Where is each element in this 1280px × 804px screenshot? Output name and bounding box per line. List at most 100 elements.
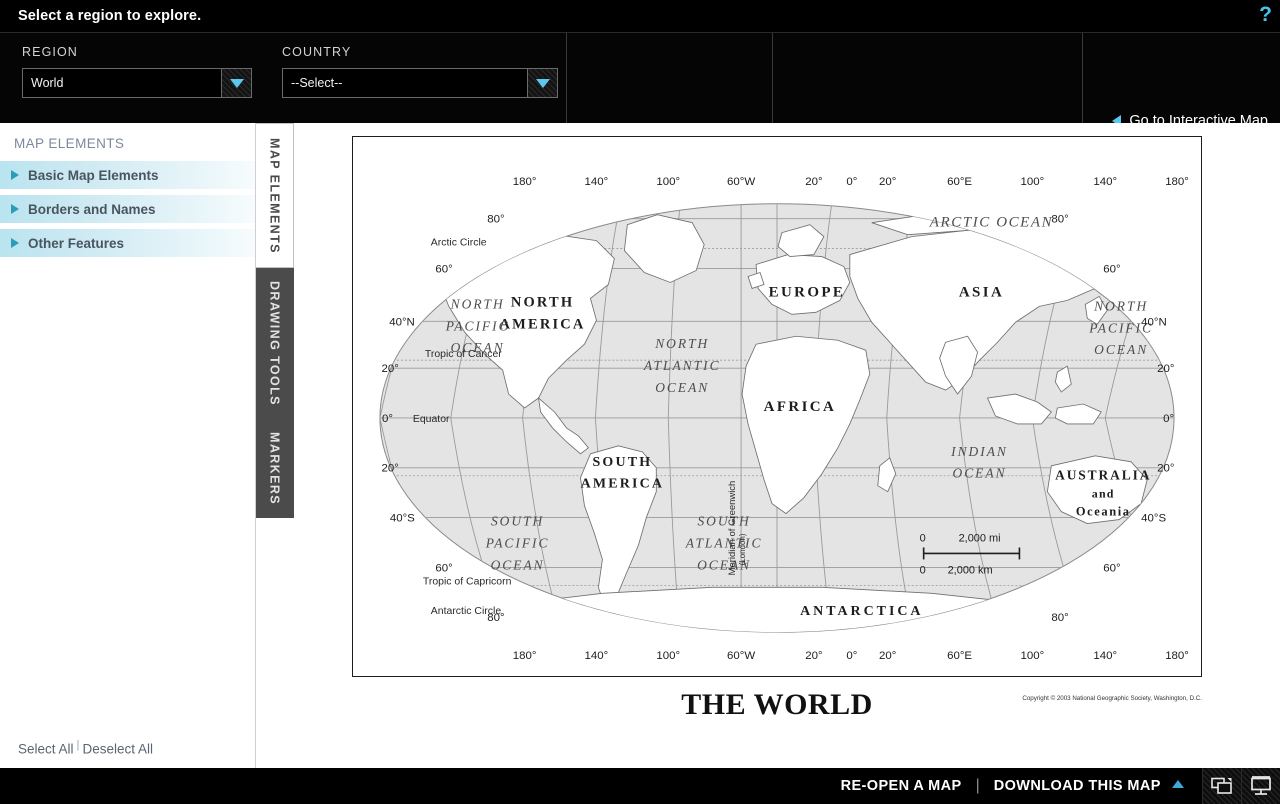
presentation-screen-icon[interactable] bbox=[1241, 768, 1280, 804]
lat-right-6: 40°S bbox=[1141, 513, 1166, 525]
divider-2 bbox=[772, 33, 773, 124]
select-all-link[interactable]: Select All bbox=[18, 741, 74, 756]
label-arctic-circle: Arctic Circle bbox=[431, 238, 487, 249]
world-map-graphic: NORTH AMERICA SOUTH AMERICA EUROPE AFRIC… bbox=[379, 176, 1189, 662]
windows-icon-glyph bbox=[1211, 777, 1232, 794]
lon-bot-10: 180° bbox=[1165, 650, 1189, 662]
sidebar-item-borders-and-names[interactable]: Borders and Names bbox=[0, 195, 255, 223]
presentation-screen-icon-glyph bbox=[1251, 776, 1271, 795]
lon-bot-2: 100° bbox=[656, 650, 680, 662]
bottom-bar: RE-OPEN A MAP | DOWNLOAD THIS MAP bbox=[0, 768, 1280, 804]
windows-icon[interactable] bbox=[1202, 768, 1241, 804]
label-antarctica: ANTARCTICA bbox=[800, 604, 923, 619]
sidebar-item-label: Basic Map Elements bbox=[28, 167, 159, 183]
lon-top-6: 20° bbox=[879, 176, 896, 188]
tab-label: MARKERS bbox=[267, 431, 282, 505]
longitude-labels-top: 180° 140° 100° 60°W 20° 0° 20° 60°E 100°… bbox=[513, 176, 1189, 188]
label-north-atlantic-3: OCEAN bbox=[655, 380, 709, 395]
lon-top-10: 180° bbox=[1165, 176, 1189, 188]
lat-left-5: 20° bbox=[382, 463, 399, 475]
map-frame[interactable]: NORTH AMERICA SOUTH AMERICA EUROPE AFRIC… bbox=[352, 136, 1202, 677]
country-select[interactable]: --Select-- bbox=[282, 68, 558, 98]
page-title: Select a region to explore. bbox=[18, 8, 202, 24]
select-deselect-links: Select All | Deselect All bbox=[18, 739, 153, 757]
reopen-a-map-button[interactable]: RE-OPEN A MAP bbox=[841, 778, 962, 794]
scale-miles-value: 2,000 mi bbox=[959, 533, 1001, 545]
tab-map-elements[interactable]: MAP ELEMENTS bbox=[256, 123, 294, 268]
label-north-pacific-e-3: OCEAN bbox=[1094, 342, 1148, 357]
scale-miles-zero: 0 bbox=[920, 533, 926, 545]
lon-bot-0: 180° bbox=[513, 650, 537, 662]
label-south-america-line1: SOUTH bbox=[592, 455, 652, 470]
country-dropdown-arrow[interactable] bbox=[527, 69, 557, 97]
lon-bot-8: 100° bbox=[1021, 650, 1045, 662]
chevron-right-icon bbox=[11, 170, 19, 180]
map-canvas-area: NORTH AMERICA SOUTH AMERICA EUROPE AFRIC… bbox=[295, 123, 1280, 768]
lon-top-4: 20° bbox=[805, 176, 822, 188]
lat-right-7: 60° bbox=[1103, 562, 1120, 574]
label-indian-ocean-1: INDIAN bbox=[950, 444, 1008, 459]
lat-right-2: 40°N bbox=[1141, 316, 1167, 328]
lon-top-1: 140° bbox=[585, 176, 609, 188]
country-select-value: --Select-- bbox=[291, 76, 343, 90]
region-label: REGION bbox=[22, 45, 78, 59]
lat-right-8: 80° bbox=[1051, 612, 1068, 624]
lat-right-5: 20° bbox=[1157, 463, 1174, 475]
lon-bot-5: 0° bbox=[846, 650, 857, 662]
label-europe: EUROPE bbox=[769, 284, 846, 300]
map-copyright: Copyright © 2003 National Geographic Soc… bbox=[1022, 695, 1202, 702]
lon-bot-7: 60°E bbox=[947, 650, 972, 662]
links-separator: | bbox=[76, 738, 80, 751]
lon-bot-4: 20° bbox=[805, 650, 822, 662]
lat-right-4: 0° bbox=[1163, 413, 1174, 425]
chevron-up-icon bbox=[1172, 780, 1184, 788]
download-this-map-label: DOWNLOAD THIS MAP bbox=[993, 778, 1161, 794]
label-indian-ocean-2: OCEAN bbox=[952, 466, 1006, 481]
label-equator: Equator bbox=[413, 414, 450, 425]
tab-markers[interactable]: MARKERS bbox=[256, 418, 294, 518]
download-this-map-button[interactable]: DOWNLOAD THIS MAP bbox=[994, 778, 1184, 794]
lat-left-7: 60° bbox=[435, 562, 452, 574]
selector-bar: REGION World COUNTRY --Select-- Go to In… bbox=[0, 32, 1280, 129]
tab-drawing-tools[interactable]: DRAWING TOOLS bbox=[256, 268, 294, 418]
tab-label: DRAWING TOOLS bbox=[267, 280, 282, 406]
label-north-pacific-w-1: NORTH bbox=[450, 296, 505, 311]
lon-bot-3: 60°W bbox=[727, 650, 755, 662]
deselect-all-link[interactable]: Deselect All bbox=[82, 741, 153, 756]
chevron-right-icon bbox=[11, 204, 19, 214]
lat-left-0: 80° bbox=[487, 214, 504, 226]
chevron-right-icon bbox=[11, 238, 19, 248]
lon-top-2: 100° bbox=[656, 176, 680, 188]
lon-top-7: 60°E bbox=[947, 176, 972, 188]
country-label: COUNTRY bbox=[282, 45, 352, 59]
lon-top-3: 60°W bbox=[727, 176, 755, 188]
tab-label: MAP ELEMENTS bbox=[267, 137, 282, 254]
lon-bot-9: 140° bbox=[1093, 650, 1117, 662]
scale-km-zero: 0 bbox=[920, 564, 926, 576]
label-tropic-of-cancer: Tropic of Cancer bbox=[425, 349, 502, 360]
sidebar-item-basic-map-elements[interactable]: Basic Map Elements bbox=[0, 161, 255, 189]
vertical-tab-strip: MAP ELEMENTS DRAWING TOOLS MARKERS bbox=[256, 123, 294, 518]
help-icon[interactable]: ? bbox=[1259, 2, 1272, 28]
application-root: Select a region to explore. ? REGION Wor… bbox=[0, 0, 1280, 804]
region-select[interactable]: World bbox=[22, 68, 252, 98]
label-south-atlantic-2: ATLANTIC bbox=[685, 535, 763, 550]
region-dropdown-arrow[interactable] bbox=[221, 69, 251, 97]
label-tropic-of-capricorn: Tropic of Capricorn bbox=[423, 576, 512, 587]
lon-top-0: 180° bbox=[513, 176, 537, 188]
sidebar-item-other-features[interactable]: Other Features bbox=[0, 229, 255, 257]
lon-top-5: 0° bbox=[846, 176, 857, 188]
lat-left-1: 60° bbox=[435, 264, 452, 276]
divider-1 bbox=[566, 33, 567, 124]
label-north-atlantic-1: NORTH bbox=[654, 336, 709, 351]
lat-right-1: 60° bbox=[1103, 264, 1120, 276]
label-south-atlantic-1: SOUTH bbox=[697, 514, 750, 529]
scale-km-value: 2,000 km bbox=[948, 564, 993, 576]
label-africa: AFRICA bbox=[764, 399, 837, 415]
bottom-bar-icon-group bbox=[1202, 768, 1280, 804]
label-australia-line1: AUSTRALIA bbox=[1055, 468, 1151, 483]
lat-left-2: 40°N bbox=[389, 316, 415, 328]
label-australia-line3: Oceania bbox=[1076, 505, 1131, 519]
chevron-down-icon bbox=[535, 78, 550, 88]
label-north-america-line1: NORTH bbox=[511, 294, 574, 310]
